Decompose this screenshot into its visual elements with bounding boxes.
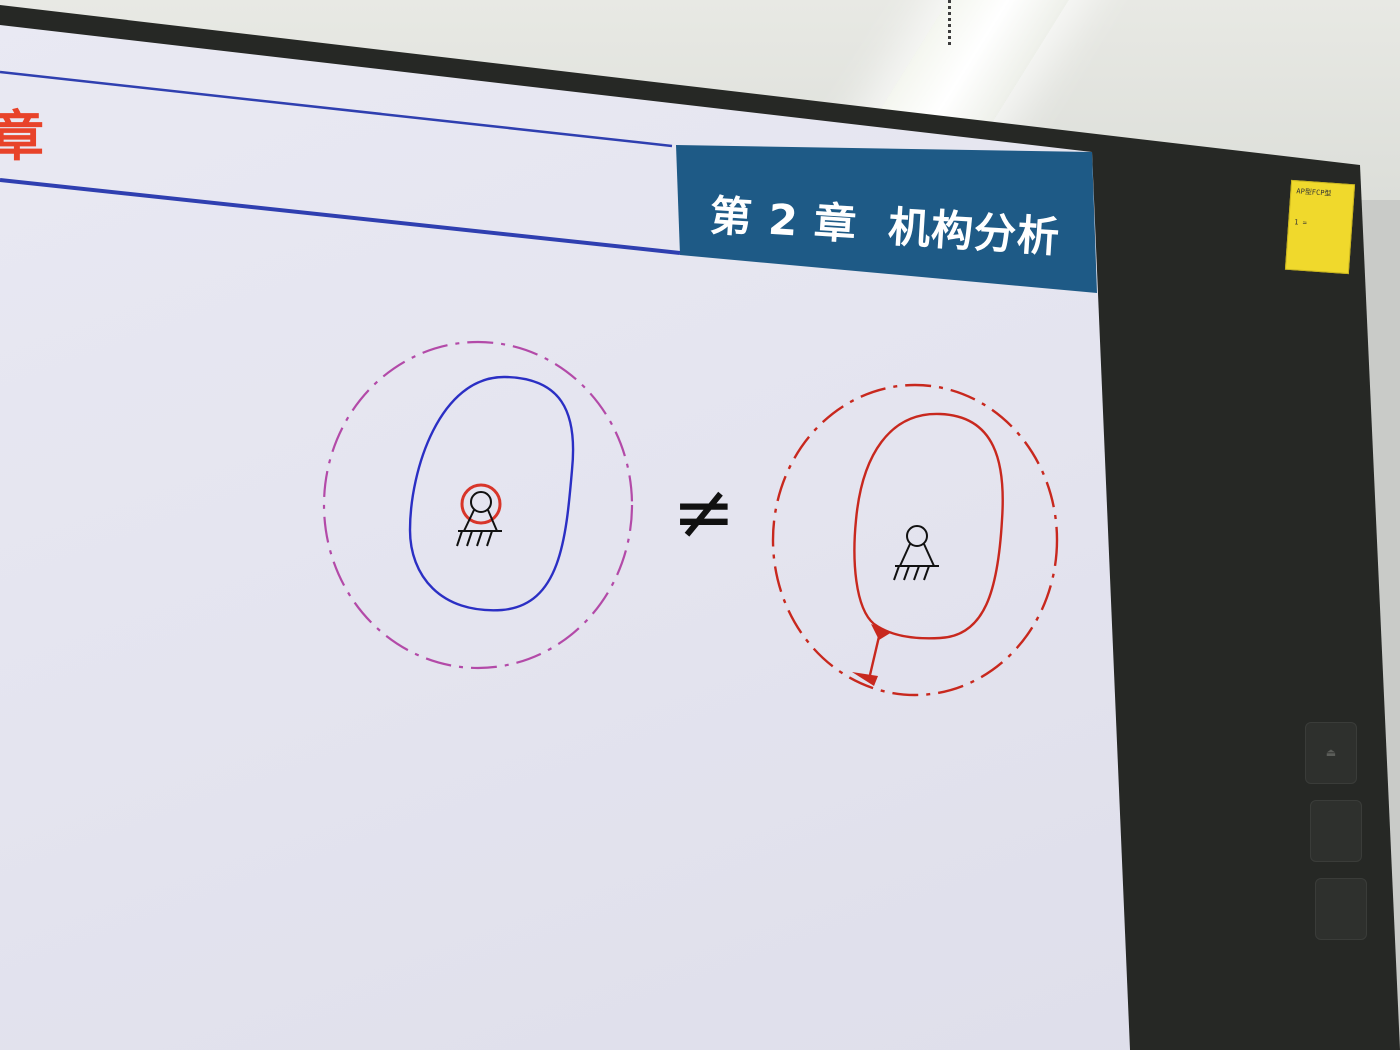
right-mechanism [771,383,1059,697]
header-rule-top [0,70,673,148]
left-joint-ring [460,483,502,525]
right-closed-curve [853,412,1004,640]
right-weld-upper [871,624,892,640]
fixed-pivot-icon [893,525,939,581]
right-dashed-circle [771,383,1059,697]
left-dashed-circle [322,340,634,670]
left-mechanism [322,340,634,670]
mechanism-diagram: ≠ [0,70,1059,697]
inequality-symbol: ≠ [672,467,736,556]
left-closed-curve [408,375,575,612]
header-rule-bottom [0,178,681,255]
